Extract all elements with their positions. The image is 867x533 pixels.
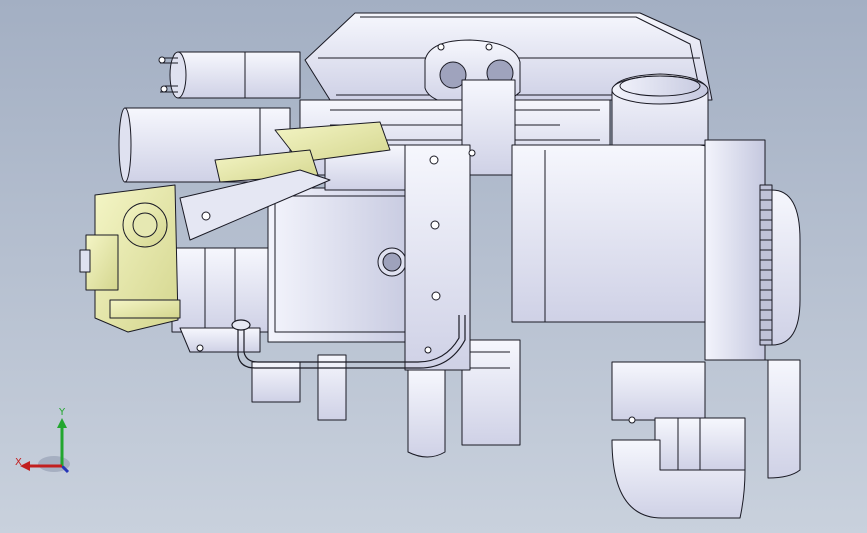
- graphics-viewport[interactable]: Y X: [0, 0, 867, 533]
- engine-assembly-model[interactable]: [0, 0, 867, 533]
- flywheel-ring: [759, 184, 801, 346]
- x-axis-label: X: [15, 457, 22, 468]
- sensor-cylinder: [158, 51, 301, 99]
- gearbox-cover: [267, 187, 421, 343]
- coordinate-triad: Y X: [10, 408, 80, 478]
- engine-geometry: [79, 12, 801, 519]
- lower-pulley: [251, 354, 347, 421]
- engine-mount: [611, 359, 801, 519]
- crankcase-cylinder: [511, 139, 766, 361]
- y-axis-arrowhead: [57, 418, 67, 428]
- starter-motor: [171, 247, 269, 353]
- y-axis-label: Y: [59, 407, 66, 418]
